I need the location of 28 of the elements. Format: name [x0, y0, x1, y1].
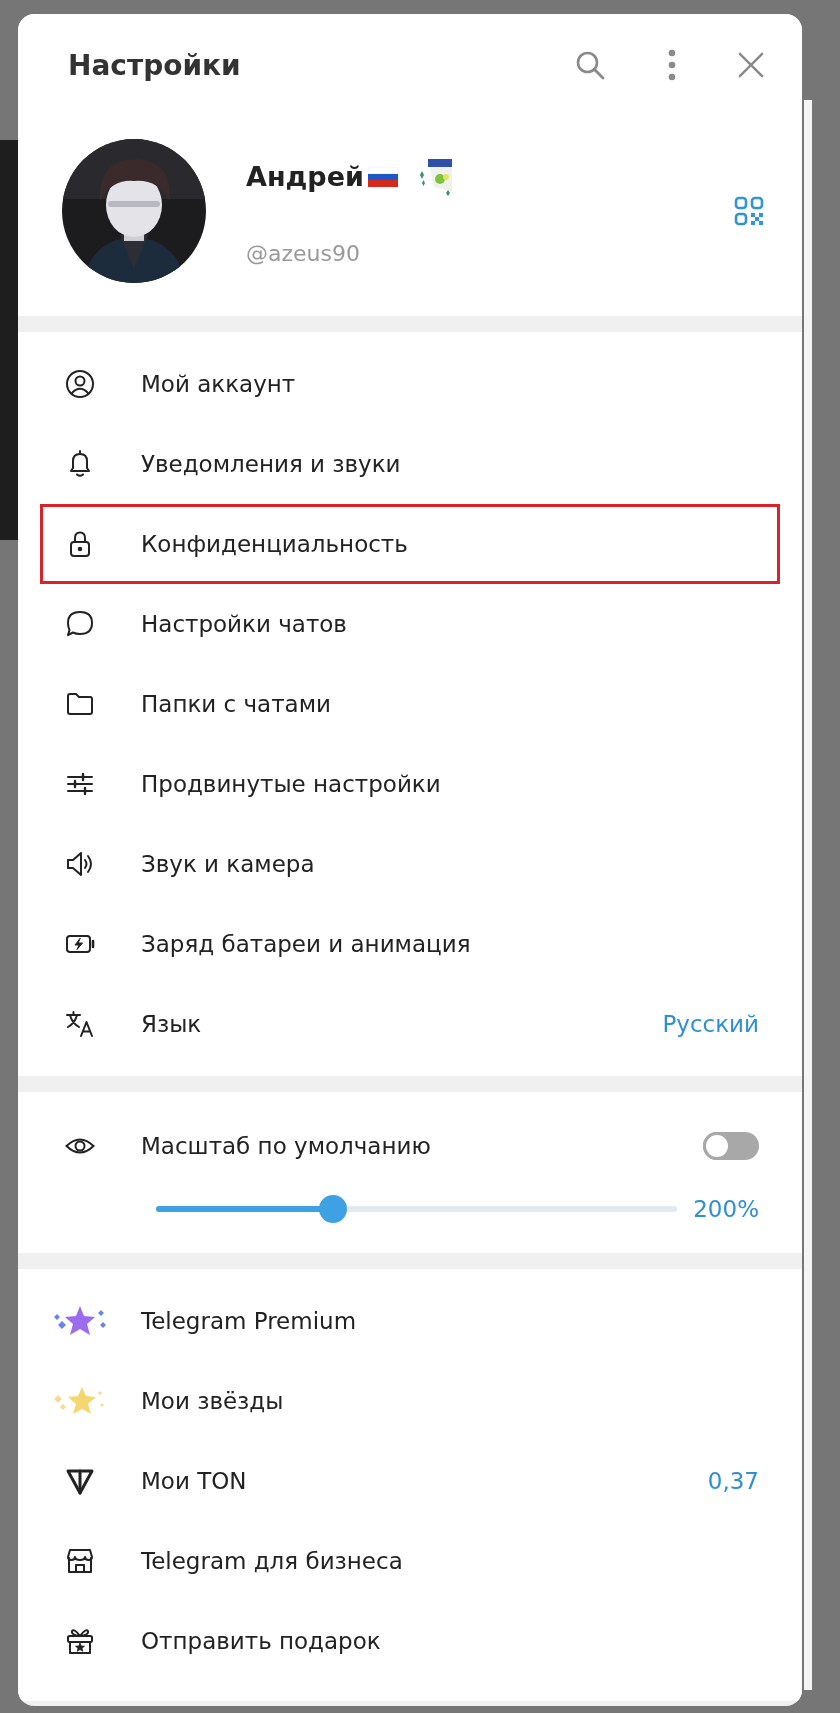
username: @azeus90 [246, 240, 361, 266]
search-icon[interactable] [574, 49, 606, 81]
menu-item[interactable]: Продвинутые настройки [40, 744, 780, 824]
zoom-value: 200% [693, 1196, 759, 1222]
menu-item[interactable]: Telegram для бизнеса [40, 1521, 780, 1601]
menu-item[interactable]: Звук и камера [40, 824, 780, 904]
value-text: Русский [662, 1011, 759, 1037]
setting-label: Масштаб по умолчанию [141, 1133, 432, 1159]
menu-item[interactable]: Мой аккаунт [40, 344, 780, 424]
menu-item[interactable]: Отправить подарок [40, 1601, 780, 1681]
menu-item[interactable]: Папки с чатами [40, 664, 780, 744]
flag-icon [367, 166, 398, 187]
menu-item[interactable]: Telegram Premium [40, 1281, 780, 1361]
menu-item[interactable]: Уведомления и звуки [40, 424, 780, 504]
menu-item[interactable]: Язык Русский [40, 984, 780, 1064]
menu-item[interactable]: Заряд батареи и анимация [40, 904, 780, 984]
qr-code-icon[interactable] [734, 196, 764, 226]
value-text: 0,37 [707, 1468, 759, 1494]
more-icon[interactable] [668, 49, 676, 81]
slider[interactable] [156, 1195, 678, 1223]
close-icon[interactable] [738, 52, 764, 78]
menu-item[interactable]: Настройки чатов [40, 584, 780, 664]
menu-item[interactable]: Мои звёзды [40, 1361, 780, 1441]
menu-item[interactable]: Мои TON 0,37 [40, 1441, 780, 1521]
menu-item[interactable]: Конфиденциальность [40, 504, 780, 584]
dialog-title: Настройки [68, 48, 242, 82]
toggle-switch[interactable] [703, 1132, 759, 1160]
profile-name: Андрей [246, 161, 364, 192]
